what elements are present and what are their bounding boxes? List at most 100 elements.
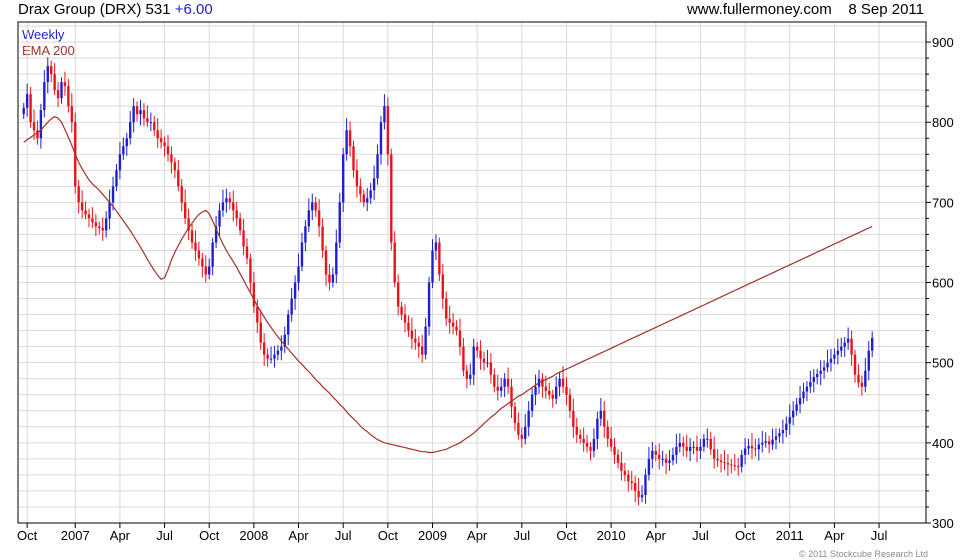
- candle-body: [25, 94, 29, 108]
- candle-body: [304, 226, 307, 243]
- candle-body: [761, 442, 764, 445]
- candle-body: [465, 370, 469, 379]
- candle-body: [565, 386, 568, 395]
- candle-body: [778, 433, 781, 437]
- candle-body: [441, 274, 445, 299]
- candle-body: [592, 438, 596, 451]
- candle-body: [293, 282, 297, 299]
- candle-body: [489, 362, 493, 375]
- candle-body: [558, 378, 561, 387]
- candle-body: [658, 454, 661, 459]
- candle-body: [723, 462, 726, 464]
- candle-body: [743, 448, 747, 455]
- candle-body: [218, 210, 221, 227]
- candle-body: [410, 330, 414, 339]
- candle-body: [726, 462, 730, 465]
- candle-body: [568, 394, 572, 411]
- candle-body: [864, 370, 867, 387]
- candle-body: [833, 354, 836, 359]
- candle-body: [503, 378, 506, 387]
- candle-body: [341, 154, 345, 203]
- candle-body: [781, 430, 785, 434]
- candle-body: [290, 298, 293, 315]
- candle-body: [599, 410, 603, 419]
- candle-body: [259, 322, 262, 343]
- candle-body: [355, 170, 359, 187]
- x-tick-label: 2007: [61, 528, 90, 543]
- candle-body: [115, 170, 118, 187]
- candle-body: [149, 122, 153, 124]
- candle-body: [472, 346, 475, 375]
- candle-body: [809, 381, 812, 387]
- x-tick-label: Apr: [288, 528, 309, 543]
- candle-body: [84, 210, 87, 215]
- candle-body: [747, 446, 750, 449]
- y-tick-label: 500: [932, 356, 954, 371]
- candle-body: [455, 326, 458, 331]
- candle-body: [840, 346, 843, 351]
- y-tick-label: 700: [932, 195, 954, 210]
- candle-body: [252, 282, 256, 307]
- candle-body: [695, 446, 699, 451]
- candle-body: [719, 460, 723, 463]
- candle-body: [750, 446, 754, 449]
- candle-body: [276, 350, 280, 355]
- candle-body: [159, 138, 163, 143]
- candle-body: [369, 190, 372, 199]
- candle-body: [225, 198, 228, 203]
- candle-body: [637, 490, 640, 498]
- x-tick-label: Apr: [467, 528, 488, 543]
- candle-body: [469, 374, 472, 379]
- candle-body: [860, 382, 864, 387]
- candle-body: [499, 386, 503, 391]
- candle-body: [431, 250, 434, 283]
- candle-body: [163, 142, 166, 147]
- candle-body: [190, 230, 194, 243]
- candle-body: [111, 186, 115, 203]
- candle-body: [541, 378, 544, 387]
- candle-body: [434, 242, 438, 251]
- candle-body: [232, 202, 235, 211]
- candle-body: [846, 338, 850, 343]
- candle-body: [534, 386, 537, 395]
- candle-body: [699, 446, 702, 451]
- candle-body: [300, 242, 304, 267]
- candle-body: [177, 170, 180, 187]
- candle-body: [682, 442, 685, 447]
- candle-body: [403, 314, 407, 323]
- candle-body: [146, 118, 149, 123]
- candle-body: [125, 138, 128, 147]
- candle-body: [640, 494, 644, 498]
- candle-body: [262, 342, 266, 355]
- candle-body: [352, 146, 355, 171]
- candle-body: [245, 246, 249, 259]
- candle-body: [613, 446, 616, 455]
- x-tick-label: Oct: [199, 528, 220, 543]
- candle-body: [331, 274, 335, 283]
- candle-body: [506, 378, 510, 387]
- candle-body: [482, 358, 486, 363]
- candle-body: [870, 337, 874, 351]
- candle-body: [280, 346, 283, 351]
- candle-body: [671, 454, 675, 461]
- candle-body: [551, 394, 554, 399]
- candle-body: [448, 318, 451, 323]
- candle-body: [740, 454, 743, 467]
- candle-body: [400, 306, 403, 315]
- x-tick-label: Apr: [824, 528, 845, 543]
- x-tick-label: Oct: [556, 528, 577, 543]
- candle-body: [688, 446, 692, 451]
- candle-body: [348, 130, 352, 147]
- candle-body: [287, 314, 290, 335]
- candle-body: [101, 228, 104, 231]
- candle-body: [135, 106, 139, 115]
- candle-body: [678, 442, 682, 447]
- x-tick-label: 2010: [597, 528, 626, 543]
- candle-body: [620, 462, 623, 471]
- candle-body: [798, 397, 802, 405]
- candle-body: [427, 282, 431, 327]
- candle-body: [527, 410, 530, 427]
- candle-body: [194, 242, 197, 251]
- candle-body: [383, 106, 386, 123]
- y-tick-label: 300: [932, 516, 954, 531]
